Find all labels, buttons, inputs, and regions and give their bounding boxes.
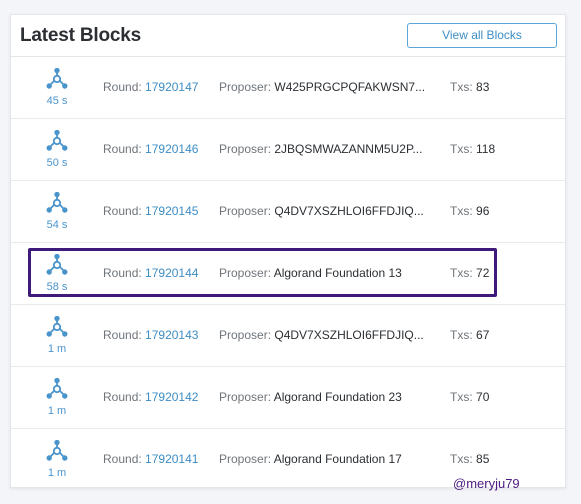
round-field: Round: 17920147 bbox=[103, 80, 198, 94]
block-node-icon bbox=[46, 440, 68, 462]
block-node-icon bbox=[46, 68, 68, 90]
txs-value: 67 bbox=[476, 328, 490, 342]
txs-field: Txs: 83 bbox=[450, 80, 489, 94]
block-age: 50 s bbox=[46, 157, 68, 169]
txs-value: 118 bbox=[476, 142, 496, 156]
proposer-label: Proposer: bbox=[219, 266, 272, 280]
block-age: 54 s bbox=[46, 219, 68, 231]
block-node-icon bbox=[46, 192, 68, 214]
block-age: 45 s bbox=[46, 95, 68, 107]
txs-field: Txs: 72 bbox=[450, 266, 489, 280]
round-link[interactable]: 17920142 bbox=[145, 390, 198, 404]
txs-label: Txs: bbox=[450, 142, 473, 156]
round-link[interactable]: 17920146 bbox=[145, 142, 198, 156]
txs-value: 96 bbox=[476, 204, 490, 218]
block-node-icon bbox=[46, 254, 68, 276]
proposer-label: Proposer: bbox=[219, 328, 272, 342]
proposer-value: Algorand Foundation 17 bbox=[273, 452, 402, 466]
block-row[interactable]: 50 s Round: 17920146 Proposer: 2JBQSMWAZ… bbox=[11, 119, 565, 181]
latest-blocks-card: Latest Blocks View all Blocks 45 s Round… bbox=[10, 14, 566, 488]
round-field: Round: 17920142 bbox=[103, 390, 198, 404]
round-label: Round: bbox=[103, 390, 142, 404]
proposer-field: Proposer: Algorand Foundation 23 bbox=[219, 390, 402, 404]
block-age: 1 m bbox=[47, 467, 67, 479]
proposer-field: Proposer: 2JBQSMWAZANNM5U2P... bbox=[219, 142, 422, 156]
round-field: Round: 17920144 bbox=[103, 266, 198, 280]
txs-field: Txs: 70 bbox=[450, 390, 489, 404]
txs-label: Txs: bbox=[450, 204, 473, 218]
round-label: Round: bbox=[103, 80, 142, 94]
txs-value: 85 bbox=[476, 452, 490, 466]
round-label: Round: bbox=[103, 452, 142, 466]
proposer-value: Q4DV7XSZHLOI6FFDJIQ... bbox=[274, 204, 424, 218]
txs-value: 72 bbox=[476, 266, 490, 280]
proposer-field: Proposer: W425PRGCPQFAKWSN7... bbox=[219, 80, 425, 94]
round-link[interactable]: 17920141 bbox=[145, 452, 198, 466]
round-label: Round: bbox=[103, 328, 142, 342]
proposer-field: Proposer: Q4DV7XSZHLOI6FFDJIQ... bbox=[219, 328, 424, 342]
txs-field: Txs: 118 bbox=[450, 142, 495, 156]
round-link[interactable]: 17920145 bbox=[145, 204, 198, 218]
round-field: Round: 17920145 bbox=[103, 204, 198, 218]
txs-label: Txs: bbox=[450, 328, 473, 342]
watermark: @meryju79 bbox=[453, 476, 520, 491]
proposer-value: 2JBQSMWAZANNM5U2P... bbox=[274, 142, 423, 156]
proposer-field: Proposer: Algorand Foundation 17 bbox=[219, 452, 402, 466]
proposer-label: Proposer: bbox=[219, 142, 272, 156]
block-node-icon bbox=[46, 316, 68, 338]
txs-label: Txs: bbox=[450, 266, 473, 280]
round-field: Round: 17920146 bbox=[103, 142, 198, 156]
txs-value: 83 bbox=[476, 80, 490, 94]
proposer-label: Proposer: bbox=[219, 452, 272, 466]
proposer-value: W425PRGCPQFAKWSN7... bbox=[274, 80, 426, 94]
block-node-icon bbox=[46, 378, 68, 400]
block-node-icon bbox=[46, 130, 68, 152]
block-age: 58 s bbox=[46, 281, 68, 293]
round-field: Round: 17920141 bbox=[103, 452, 198, 466]
txs-label: Txs: bbox=[450, 390, 473, 404]
proposer-value: Algorand Foundation 23 bbox=[273, 390, 402, 404]
proposer-field: Proposer: Algorand Foundation 13 bbox=[219, 266, 402, 280]
block-row[interactable]: 54 s Round: 17920145 Proposer: Q4DV7XSZH… bbox=[11, 181, 565, 243]
proposer-value: Q4DV7XSZHLOI6FFDJIQ... bbox=[274, 328, 424, 342]
round-link[interactable]: 17920147 bbox=[145, 80, 198, 94]
round-label: Round: bbox=[103, 204, 142, 218]
proposer-field: Proposer: Q4DV7XSZHLOI6FFDJIQ... bbox=[219, 204, 424, 218]
proposer-label: Proposer: bbox=[219, 204, 272, 218]
txs-field: Txs: 85 bbox=[450, 452, 489, 466]
block-row[interactable]: 58 s Round: 17920144 Proposer: Algorand … bbox=[11, 243, 565, 305]
round-link[interactable]: 17920144 bbox=[145, 266, 198, 280]
block-row[interactable]: 45 s Round: 17920147 Proposer: W425PRGCP… bbox=[11, 57, 565, 119]
blocks-list: 45 s Round: 17920147 Proposer: W425PRGCP… bbox=[11, 57, 565, 487]
view-all-blocks-button[interactable]: View all Blocks bbox=[407, 23, 557, 48]
txs-label: Txs: bbox=[450, 452, 473, 466]
card-title: Latest Blocks bbox=[20, 25, 141, 46]
proposer-value: Algorand Foundation 13 bbox=[273, 266, 402, 280]
txs-value: 70 bbox=[476, 390, 490, 404]
card-header: Latest Blocks View all Blocks bbox=[11, 15, 565, 57]
proposer-label: Proposer: bbox=[219, 390, 272, 404]
txs-field: Txs: 67 bbox=[450, 328, 489, 342]
round-link[interactable]: 17920143 bbox=[145, 328, 198, 342]
txs-label: Txs: bbox=[450, 80, 473, 94]
txs-field: Txs: 96 bbox=[450, 204, 489, 218]
round-field: Round: 17920143 bbox=[103, 328, 198, 342]
block-row[interactable]: 1 m Round: 17920142 Proposer: Algorand F… bbox=[11, 367, 565, 429]
block-row[interactable]: 1 m Round: 17920143 Proposer: Q4DV7XSZHL… bbox=[11, 305, 565, 367]
proposer-label: Proposer: bbox=[219, 80, 272, 94]
block-age: 1 m bbox=[47, 405, 67, 417]
round-label: Round: bbox=[103, 142, 142, 156]
round-label: Round: bbox=[103, 266, 142, 280]
block-age: 1 m bbox=[47, 343, 67, 355]
